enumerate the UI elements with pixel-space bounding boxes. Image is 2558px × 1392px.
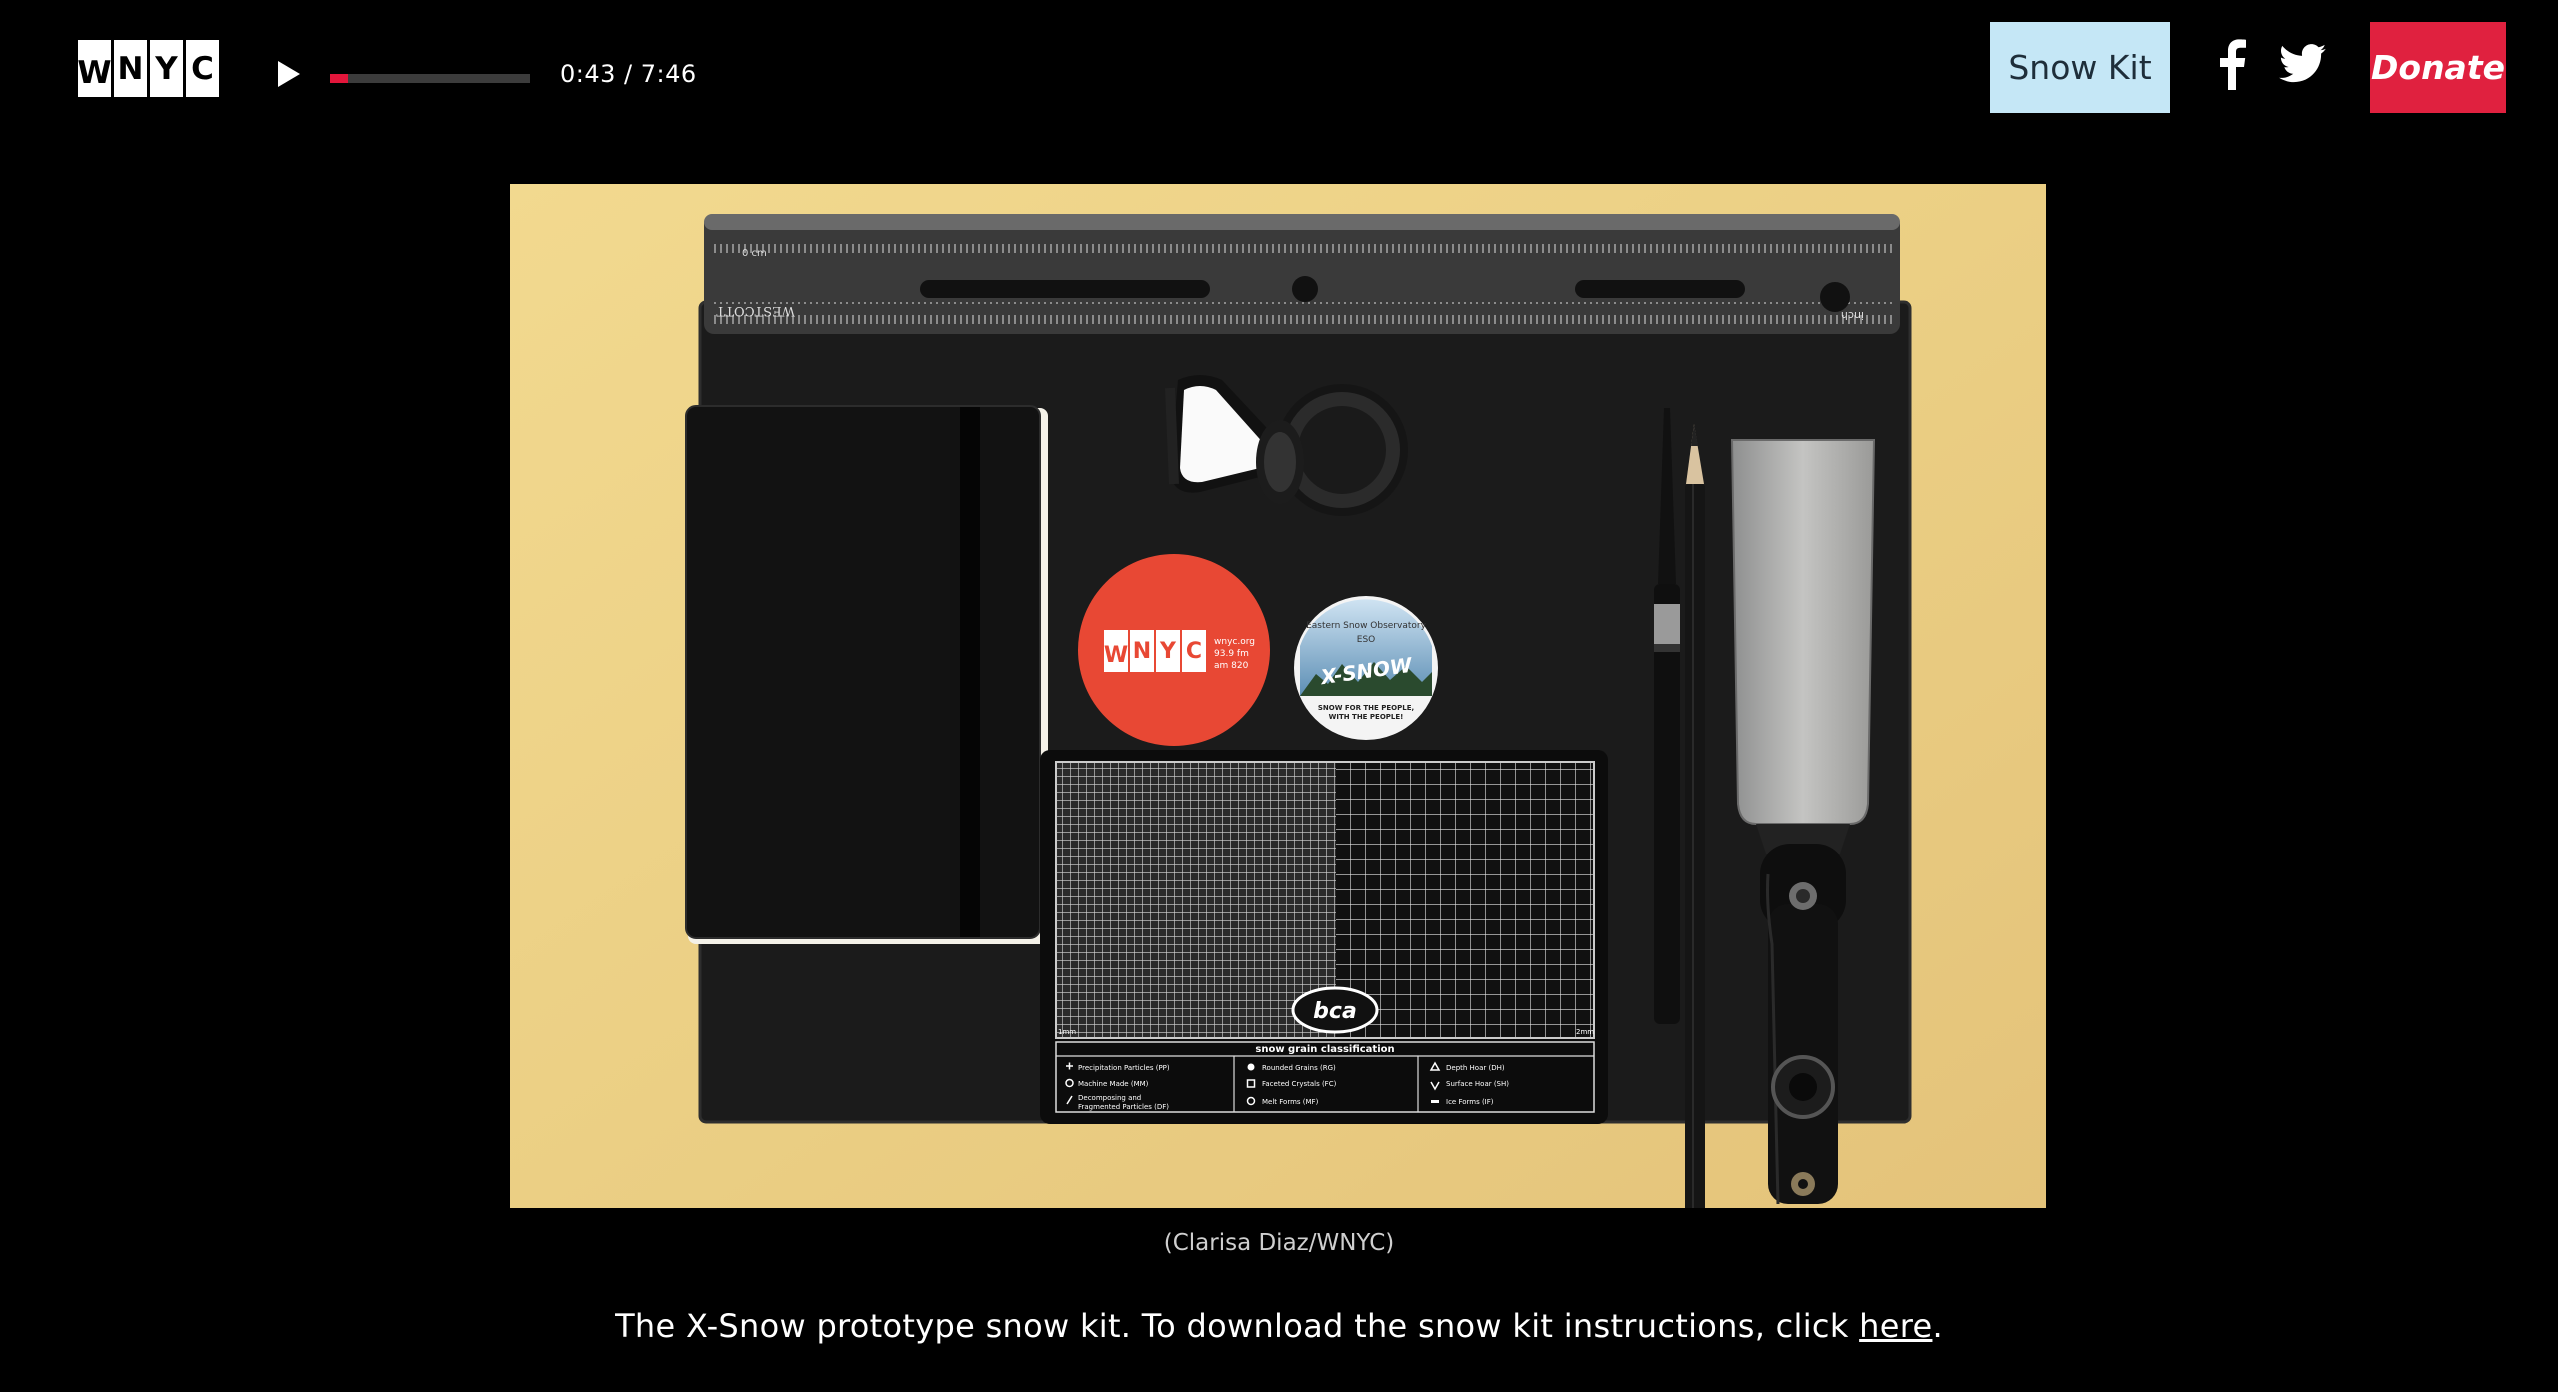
- svg-text:ESO: ESO: [1357, 635, 1375, 645]
- svg-text:Surface Hoar (SH): Surface Hoar (SH): [1446, 1080, 1509, 1088]
- audio-progress-fill: [330, 74, 348, 83]
- svg-text:Eastern Snow Observatory: Eastern Snow Observatory: [1306, 621, 1427, 631]
- svg-text:bca: bca: [1313, 999, 1357, 1024]
- caption-text: The X-Snow prototype snow kit. To downlo…: [615, 1307, 1860, 1345]
- svg-text:1mm: 1mm: [1058, 1028, 1076, 1036]
- svg-text:Faceted Crystals (FC): Faceted Crystals (FC): [1262, 1080, 1337, 1088]
- snow-kit-illustration: 0 cm WESTCOTT inch W N Y C wnyc.org 93.9…: [510, 184, 2046, 1208]
- pencil: [1685, 424, 1705, 1208]
- svg-text:Fragmented Particles (DF): Fragmented Particles (DF): [1078, 1103, 1169, 1111]
- svg-text:Rounded Grains (RG): Rounded Grains (RG): [1262, 1064, 1336, 1072]
- wnyc-sticker: W N Y C wnyc.org 93.9 fm am 820: [1078, 554, 1270, 746]
- svg-text:93.9 fm: 93.9 fm: [1214, 649, 1249, 659]
- play-button[interactable]: [276, 60, 302, 87]
- svg-text:SNOW FOR THE PEOPLE,: SNOW FOR THE PEOPLE,: [1318, 704, 1414, 712]
- svg-text:N: N: [1133, 639, 1151, 664]
- twitter-icon: [2279, 44, 2326, 83]
- logo-letter-c: C: [186, 40, 219, 97]
- ruler: 0 cm WESTCOTT inch: [704, 214, 1900, 334]
- facebook-share-button[interactable]: [2215, 38, 2247, 94]
- svg-text:C: C: [1186, 639, 1202, 664]
- svg-text:Machine Made (MM): Machine Made (MM): [1078, 1080, 1149, 1088]
- audio-progress-bar[interactable]: [330, 74, 530, 83]
- audio-time-readout: 0:43 / 7:46: [560, 60, 697, 88]
- play-icon: [278, 61, 300, 87]
- snow-kit-button[interactable]: Snow Kit: [1990, 22, 2170, 113]
- svg-text:0 cm: 0 cm: [742, 248, 767, 259]
- svg-text:snow grain classification: snow grain classification: [1255, 1044, 1394, 1055]
- wnyc-logo[interactable]: W N Y C: [77, 40, 219, 97]
- caption-end: .: [1932, 1307, 1943, 1345]
- logo-letter-w: W: [77, 40, 112, 97]
- svg-text:Ice Forms (IF): Ice Forms (IF): [1446, 1098, 1494, 1106]
- instructions-download-link[interactable]: here: [1859, 1307, 1932, 1345]
- svg-text:Decomposing and: Decomposing and: [1078, 1094, 1141, 1102]
- photo-caption: The X-Snow prototype snow kit. To downlo…: [0, 1307, 2558, 1345]
- svg-text:Melt Forms (MF): Melt Forms (MF): [1262, 1098, 1319, 1106]
- svg-text:wnyc.org: wnyc.org: [1214, 637, 1255, 647]
- logo-letter-y: Y: [150, 40, 183, 97]
- svg-text:Precipitation Particles (PP): Precipitation Particles (PP): [1078, 1064, 1170, 1072]
- snow-grain-card: bca 1mm 2mm snow grain classification Pr…: [1040, 750, 1608, 1124]
- svg-text:inch: inch: [1841, 309, 1864, 322]
- svg-text:WESTCOTT: WESTCOTT: [716, 303, 795, 318]
- svg-text:Y: Y: [1159, 639, 1177, 664]
- svg-text:Depth Hoar (DH): Depth Hoar (DH): [1446, 1064, 1505, 1072]
- svg-text:2mm: 2mm: [1576, 1028, 1594, 1036]
- logo-letter-n: N: [114, 40, 147, 97]
- svg-text:WITH THE PEOPLE!: WITH THE PEOPLE!: [1329, 713, 1404, 721]
- xsnow-sticker: Eastern Snow Observatory ESO X-SNOW SNOW…: [1294, 596, 1438, 740]
- photo-credit: (Clarisa Diaz/WNYC): [1163, 1230, 1395, 1256]
- twitter-share-button[interactable]: [2279, 44, 2327, 88]
- svg-text:am 820: am 820: [1214, 661, 1249, 671]
- donate-button[interactable]: Donate: [2370, 22, 2506, 113]
- svg-text:W: W: [1104, 643, 1128, 668]
- facebook-icon: [2220, 39, 2246, 90]
- notebook: [685, 405, 1048, 944]
- snow-kit-photo: 0 cm WESTCOTT inch W N Y C wnyc.org 93.9…: [510, 184, 2046, 1208]
